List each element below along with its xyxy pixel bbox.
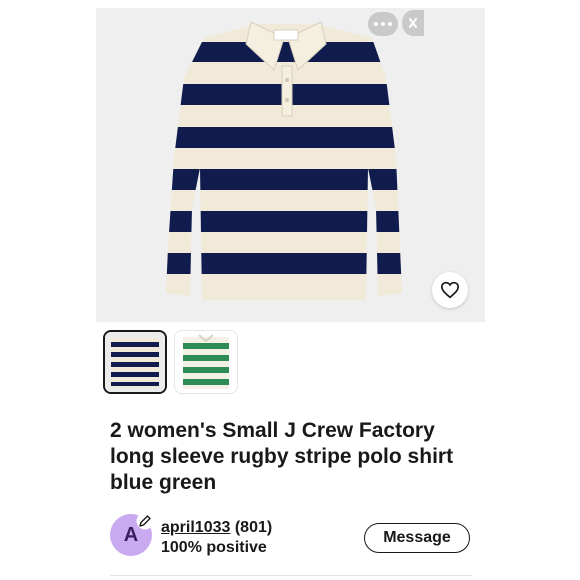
pencil-icon[interactable] <box>136 512 154 530</box>
close-button[interactable] <box>402 10 424 36</box>
thumbnail-1[interactable] <box>103 330 167 394</box>
thumbnail-2[interactable] <box>174 330 238 394</box>
main-product-image[interactable] <box>96 8 485 322</box>
watch-button[interactable] <box>432 272 468 308</box>
heart-icon <box>441 281 459 299</box>
listing-title: 2 women's Small J Crew Factory long slee… <box>110 419 454 494</box>
green-stripe-thumbnail <box>175 331 237 393</box>
message-button[interactable]: Message <box>364 523 470 553</box>
more-options-button[interactable] <box>368 12 398 36</box>
seller-feedback-count: (801) <box>234 519 273 536</box>
seller-info: april1033 (801) 100% positive <box>161 518 272 558</box>
seller-username[interactable]: april1033 <box>161 519 230 536</box>
more-horizontal-icon <box>374 22 378 26</box>
divider <box>110 575 472 576</box>
close-icon <box>409 18 417 28</box>
shirt-image <box>166 21 402 300</box>
navy-stripe-thumbnail <box>105 332 165 392</box>
seller-positive-rating: 100% positive <box>161 539 267 556</box>
